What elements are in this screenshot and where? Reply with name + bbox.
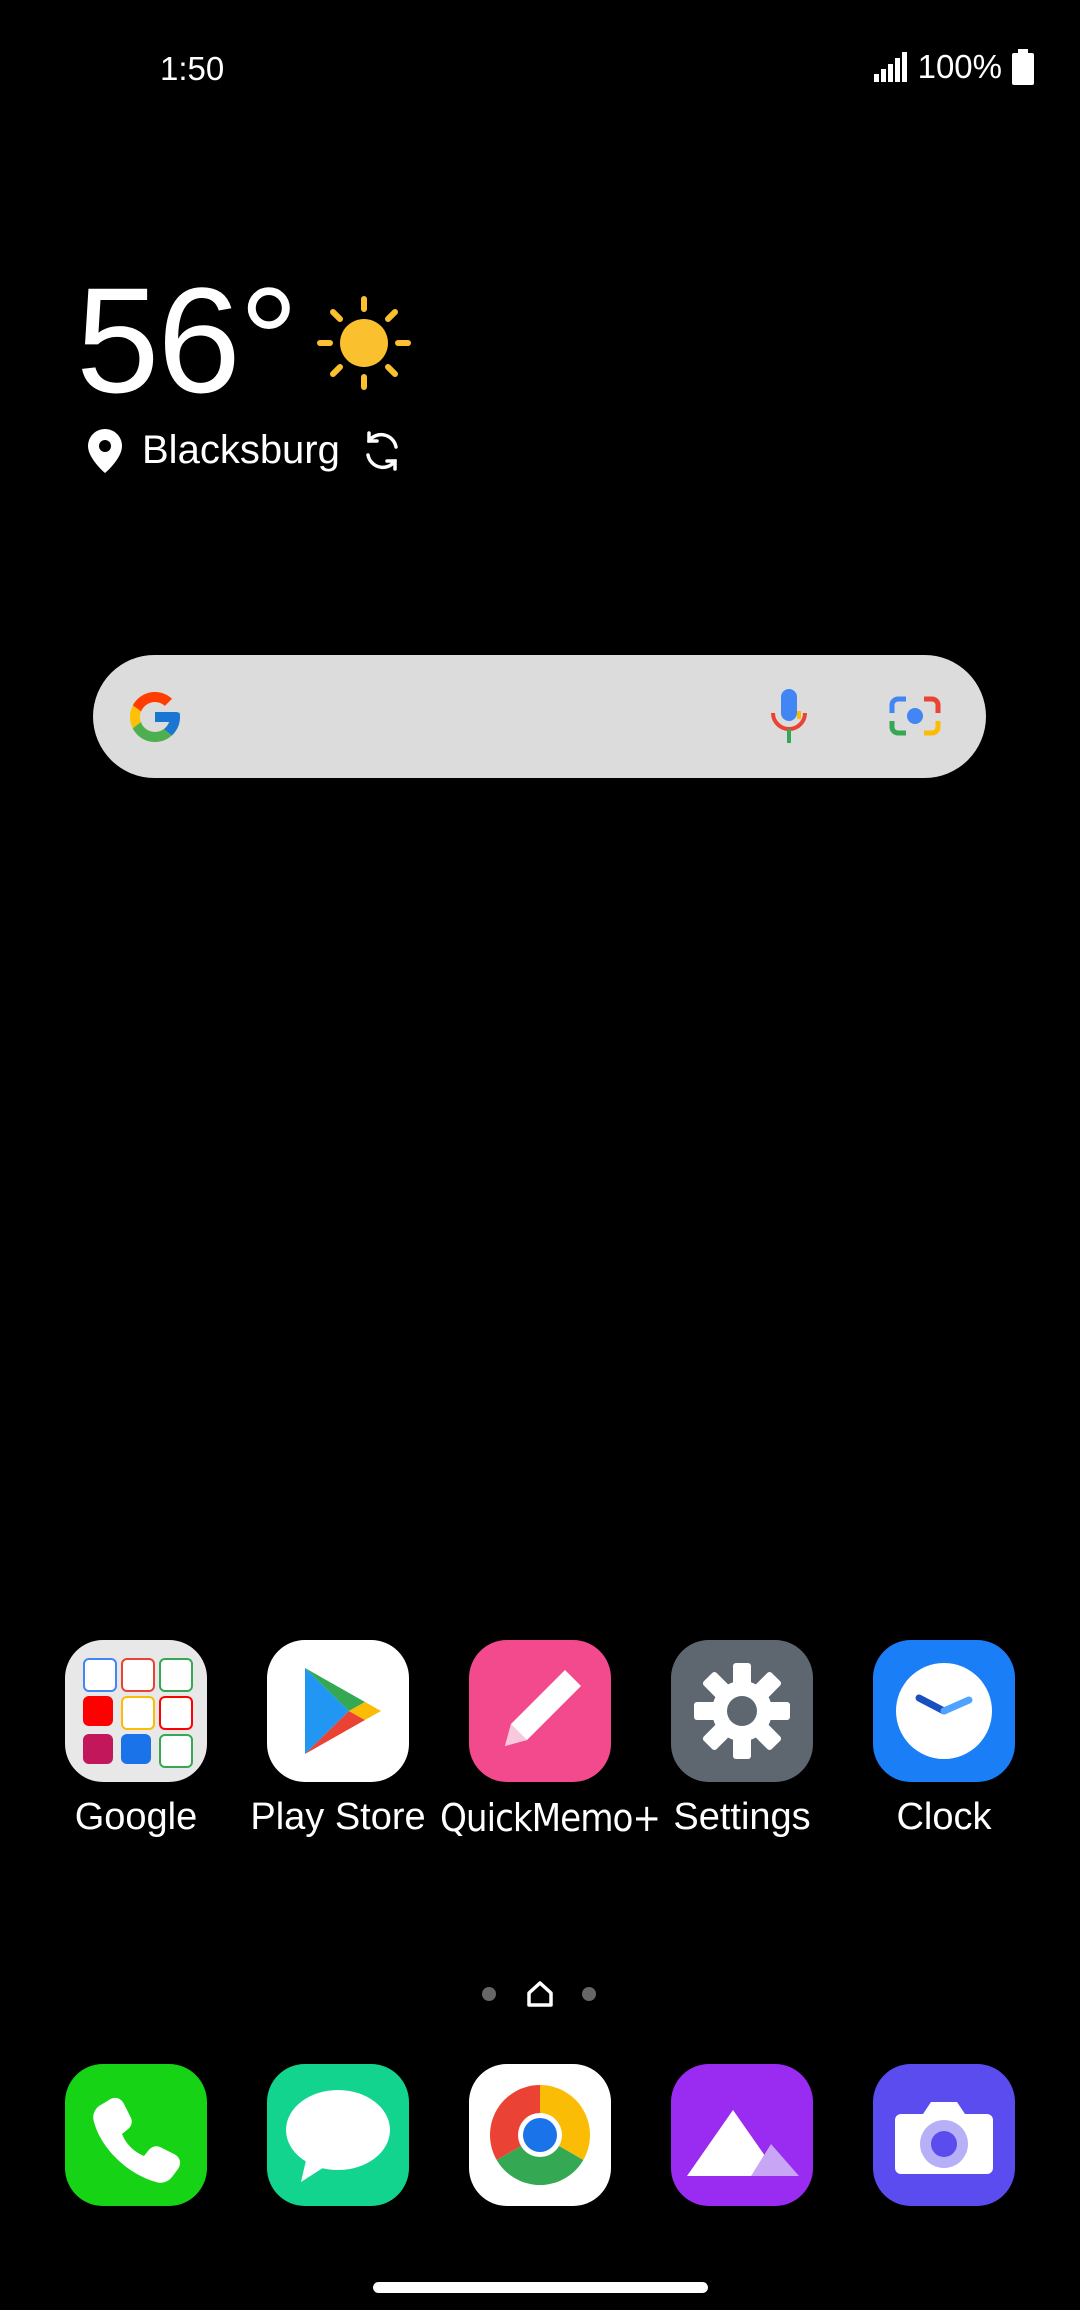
status-time: 1:50 <box>160 50 225 87</box>
phone-icon[interactable] <box>65 2064 207 2206</box>
battery-icon <box>1012 49 1034 85</box>
app-play-store[interactable]: Play Store <box>238 1640 438 1839</box>
app-label: Play Store <box>250 1796 426 1838</box>
messages-icon[interactable] <box>267 2064 409 2206</box>
temperature[interactable]: 56° <box>76 265 299 415</box>
page-dot[interactable] <box>482 1987 496 2001</box>
camera-icon[interactable] <box>873 2064 1015 2206</box>
app-google-folder[interactable]: Google <box>36 1640 236 1839</box>
quickmemo-pencil-icon <box>469 1640 611 1782</box>
play-store-icon <box>267 1640 409 1782</box>
sun-icon <box>317 296 411 390</box>
location-pin-icon <box>88 428 122 473</box>
camera-lens-icon[interactable] <box>888 691 942 741</box>
app-clock[interactable]: Clock <box>844 1640 1044 1839</box>
gear-icon <box>671 1640 813 1782</box>
status-icons: 100% <box>873 48 1034 86</box>
gesture-nav-bar[interactable] <box>373 2282 708 2293</box>
page-dot[interactable] <box>582 1987 596 2001</box>
battery-percent: 100% <box>917 48 1002 85</box>
weather-location-row[interactable]: Blacksburg <box>88 428 404 473</box>
app-label: QuickMemo+ <box>440 1796 661 1840</box>
gallery-icon[interactable] <box>671 2064 813 2206</box>
home-page-indicator-icon[interactable] <box>526 1980 554 2008</box>
app-label: Settings <box>673 1796 811 1838</box>
app-settings[interactable]: Settings <box>642 1640 842 1839</box>
clock-icon <box>873 1640 1015 1782</box>
app-label: Clock <box>896 1796 992 1838</box>
chrome-icon[interactable] <box>469 2064 611 2206</box>
app-quickmemo[interactable]: QuickMemo+ <box>440 1640 661 1840</box>
app-label: Google <box>74 1796 198 1838</box>
signal-bars-icon <box>873 52 907 82</box>
location-name: Blacksburg <box>142 428 340 472</box>
google-g-icon <box>130 692 180 742</box>
refresh-icon[interactable] <box>360 429 404 473</box>
mic-icon[interactable] <box>769 689 809 745</box>
google-folder-icon <box>65 1640 207 1782</box>
google-search-bar[interactable] <box>93 655 986 778</box>
